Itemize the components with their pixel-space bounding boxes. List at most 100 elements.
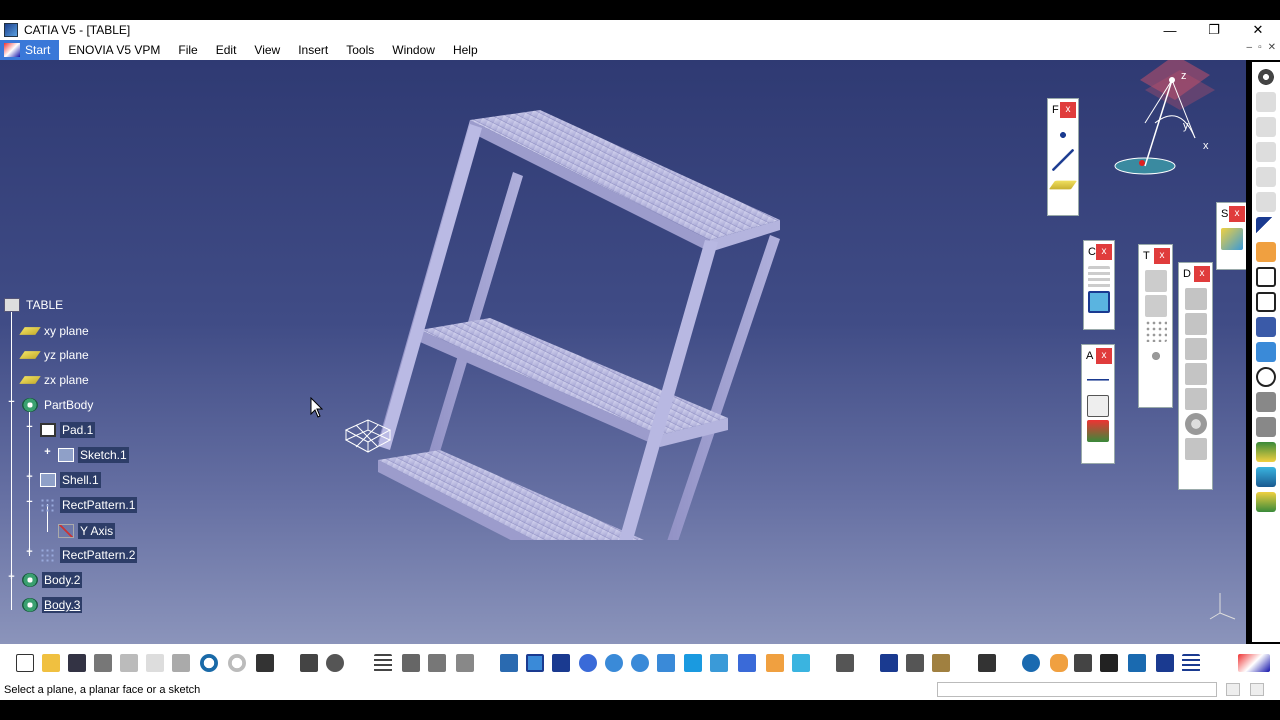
toolbar-d-close-button[interactable]: x <box>1194 266 1210 282</box>
table-icon[interactable] <box>374 654 392 672</box>
collapse-icon[interactable]: − <box>7 397 16 408</box>
layer-icon[interactable] <box>1128 654 1146 672</box>
menu-edit[interactable]: Edit <box>207 40 246 60</box>
tree-node-root[interactable]: TABLE <box>4 295 65 315</box>
hole-icon[interactable] <box>1256 342 1276 362</box>
copy-icon[interactable] <box>146 654 164 672</box>
thickness-icon[interactable] <box>1184 388 1207 410</box>
line-icon[interactable] <box>1052 149 1074 171</box>
menu-help[interactable]: Help <box>444 40 487 60</box>
3d-viewport[interactable]: z y x TABLE xy plane yz plane zx plane −… <box>0 60 1246 644</box>
axis-tool-icon[interactable] <box>1074 654 1092 672</box>
mirror-icon[interactable] <box>1144 295 1167 317</box>
draft-icon[interactable] <box>1184 338 1207 360</box>
pattern-tool-icon[interactable] <box>1144 320 1167 342</box>
compass-widget[interactable] <box>1105 68 1225 188</box>
quantity-icon[interactable] <box>1100 654 1118 672</box>
floating-toolbar-t[interactable]: Tx <box>1138 244 1173 408</box>
paste-icon[interactable] <box>172 654 190 672</box>
dimension-icon[interactable] <box>880 654 898 672</box>
power-input[interactable] <box>937 682 1217 697</box>
tree-node-shell[interactable]: Shell.1 <box>40 470 101 490</box>
cut-icon[interactable] <box>120 654 138 672</box>
expand-icon[interactable]: + <box>7 572 16 583</box>
sketcher-icon-5[interactable] <box>1256 192 1276 212</box>
filter-icon[interactable] <box>1156 654 1174 672</box>
rotate-icon[interactable] <box>579 654 597 672</box>
status-button-1[interactable] <box>1226 683 1240 696</box>
pad-tool-icon[interactable] <box>1256 267 1276 287</box>
floating-toolbar-c[interactable]: Cx <box>1083 240 1115 330</box>
swap-visible-icon[interactable] <box>792 654 810 672</box>
open-icon[interactable] <box>42 654 60 672</box>
text-annotation-icon[interactable] <box>1087 370 1109 392</box>
sketcher-icon-1[interactable] <box>1256 92 1276 112</box>
minimize-button[interactable]: — <box>1148 20 1192 40</box>
fly-mode-icon[interactable] <box>500 654 518 672</box>
catalog-icon[interactable] <box>428 654 446 672</box>
knowledge-icon[interactable] <box>326 654 344 672</box>
restore-button[interactable]: ❐ <box>1192 20 1236 40</box>
zoom-in-icon[interactable] <box>605 654 623 672</box>
rib-icon[interactable] <box>1256 392 1276 412</box>
collapse-icon[interactable]: − <box>25 422 34 433</box>
tree-node-rectpattern-2[interactable]: RectPattern.2 <box>40 545 138 565</box>
tree-node-partbody[interactable]: PartBody <box>22 395 95 415</box>
whats-this-icon[interactable] <box>256 654 274 672</box>
tree-node-xy-plane[interactable]: xy plane <box>19 321 91 341</box>
sketch-icon[interactable] <box>1256 242 1276 262</box>
thread-icon[interactable] <box>1184 413 1207 435</box>
toolbar-s-close-button[interactable]: x <box>1229 206 1245 222</box>
shaft-icon[interactable] <box>1256 317 1276 337</box>
tree-node-body-3[interactable]: Body.3 <box>22 595 83 615</box>
scaling-icon[interactable] <box>1144 345 1167 367</box>
shelf-model[interactable] <box>330 100 800 540</box>
redo-icon[interactable] <box>228 654 246 672</box>
chamfer-icon[interactable] <box>1184 313 1207 335</box>
refresh-icon[interactable] <box>1022 654 1040 672</box>
tree-node-zx-plane[interactable]: zx plane <box>19 370 91 390</box>
list-icon[interactable] <box>1182 654 1200 672</box>
normal-view-icon[interactable] <box>657 654 675 672</box>
multi-section-icon[interactable] <box>1256 467 1276 487</box>
collapse-icon[interactable]: − <box>25 497 34 508</box>
doc-restore-button[interactable]: ▫ <box>1258 42 1262 53</box>
toolbar-c-close-button[interactable]: x <box>1096 244 1112 260</box>
analysis-icon[interactable] <box>456 654 474 672</box>
floating-toolbar-a[interactable]: Ax <box>1081 344 1115 464</box>
menu-start[interactable]: Start <box>0 40 60 60</box>
menu-window[interactable]: Window <box>383 40 444 60</box>
remove-face-icon[interactable] <box>1184 438 1207 460</box>
constraint-icon[interactable] <box>1088 266 1110 288</box>
transform-icon[interactable] <box>1144 270 1167 292</box>
measure-icon[interactable] <box>402 654 420 672</box>
expand-icon[interactable]: + <box>25 547 34 558</box>
select-arrow-icon[interactable] <box>1256 217 1276 237</box>
floating-toolbar-d[interactable]: Dx <box>1178 262 1213 490</box>
tree-node-yz-plane[interactable]: yz plane <box>19 345 91 365</box>
hand-icon[interactable] <box>1050 654 1068 672</box>
pan-icon[interactable] <box>552 654 570 672</box>
floating-toolbar-s[interactable]: Sx <box>1216 202 1246 270</box>
removed-multi-section-icon[interactable] <box>1256 492 1276 512</box>
shading-icon[interactable] <box>738 654 756 672</box>
tree-node-y-axis[interactable]: Y Axis <box>58 521 116 541</box>
tree-node-body-2[interactable]: Body.2 <box>22 570 83 590</box>
groove-icon[interactable] <box>1256 367 1276 387</box>
iso-view-icon[interactable] <box>710 654 728 672</box>
formula-icon[interactable] <box>300 654 318 672</box>
status-button-2[interactable] <box>1250 683 1264 696</box>
fillet-icon[interactable] <box>1184 288 1207 310</box>
menu-file[interactable]: File <box>169 40 206 60</box>
hide-show-icon[interactable] <box>766 654 784 672</box>
save-icon[interactable] <box>68 654 86 672</box>
sketcher-icon-3[interactable] <box>1256 142 1276 162</box>
pocket-icon[interactable] <box>1256 292 1276 312</box>
expand-icon[interactable]: + <box>25 472 34 483</box>
sheet-metal-icon[interactable] <box>836 654 854 672</box>
toolbar-f-close-button[interactable]: x <box>1060 102 1076 118</box>
undo-icon[interactable] <box>200 654 218 672</box>
flag-note-icon[interactable] <box>1087 395 1109 417</box>
tree-node-sketch[interactable]: Sketch.1 <box>58 445 129 465</box>
point-icon[interactable] <box>1052 124 1074 146</box>
